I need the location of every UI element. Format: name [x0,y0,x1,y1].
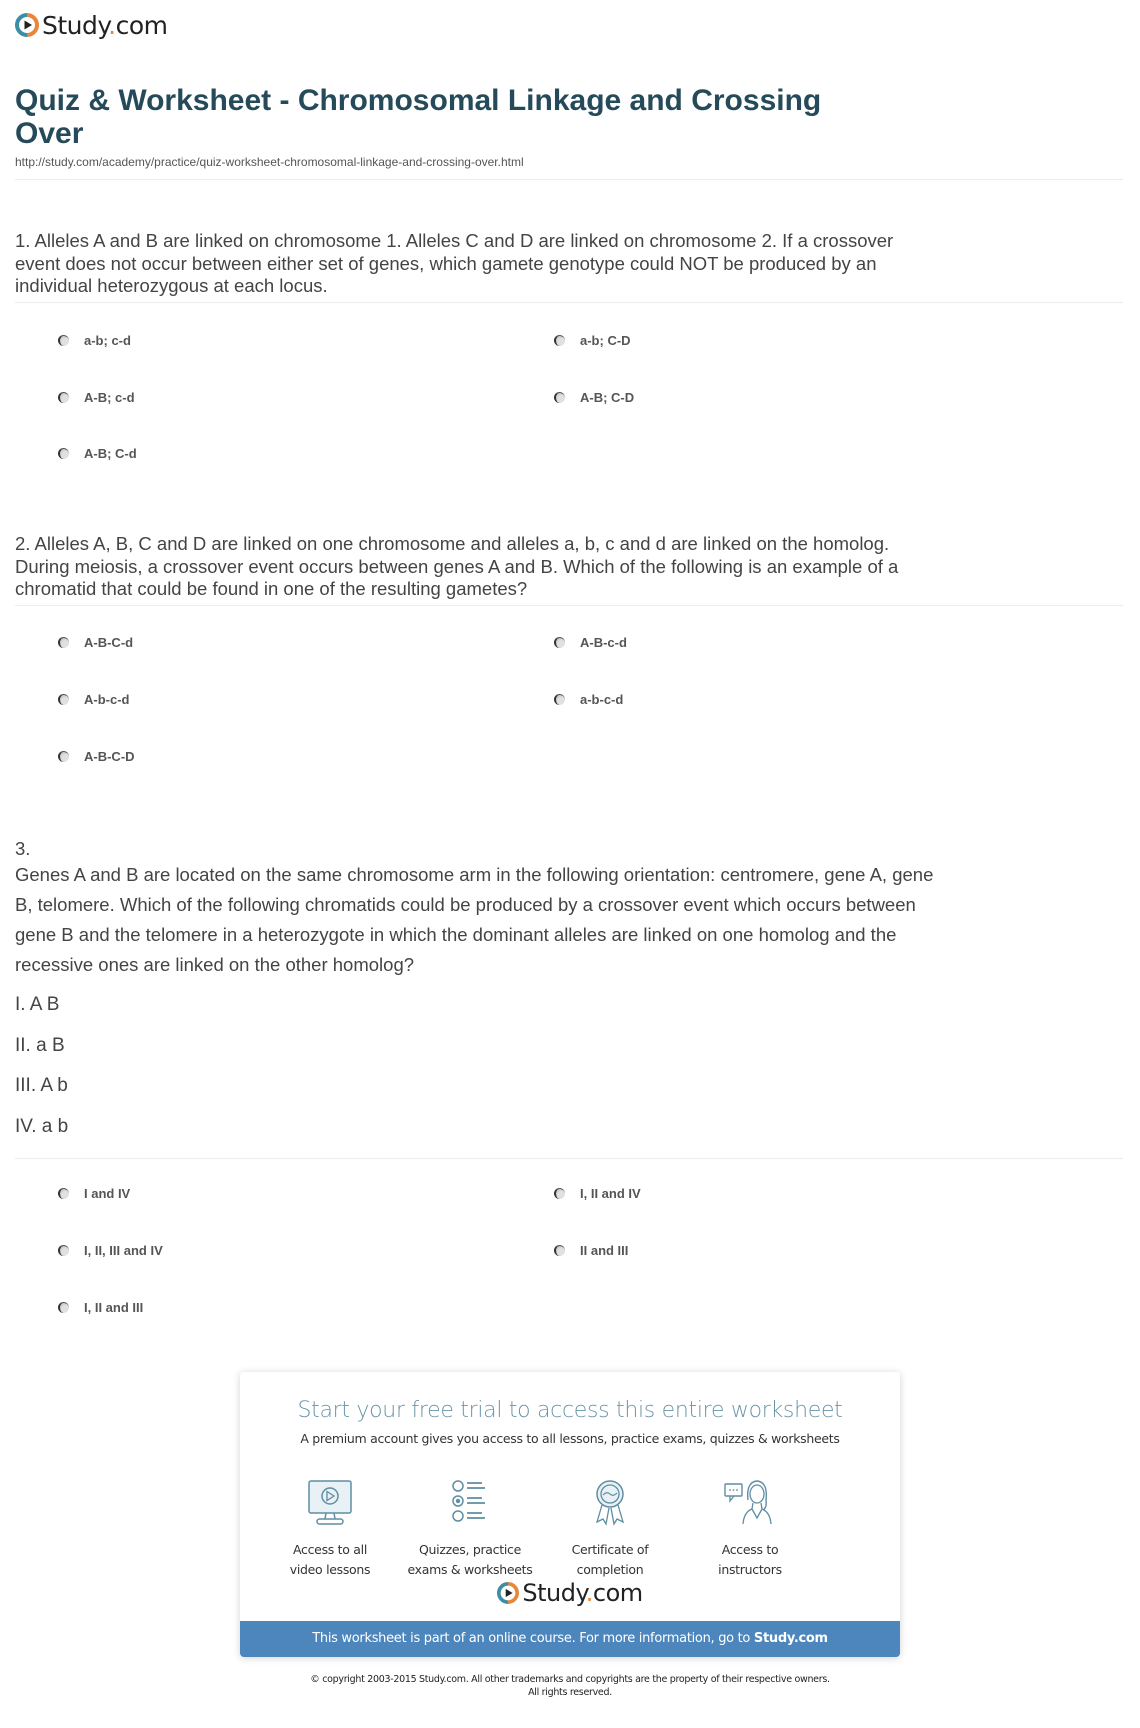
q3-option-3[interactable]: I, II, III and IV [58,1240,163,1260]
promo-studycom-logo[interactable]: Study.com [240,1579,900,1607]
divider [15,302,1123,303]
divider [15,1158,1123,1159]
feature-certificate: Certificate of completion [535,1478,685,1580]
statement-2: II. a B [15,1035,65,1056]
radio-button[interactable] [58,636,69,648]
radio-button[interactable] [58,750,69,762]
q3-option-4[interactable]: II and III [554,1240,628,1260]
page-title: Quiz & Worksheet - Chromosomal Linkage a… [15,84,822,150]
q1-option-5[interactable]: A-B; C-d [58,443,137,463]
checklist-icon [452,1480,485,1522]
radio-button[interactable] [58,693,69,705]
studycom-link[interactable]: Study.com [754,1631,828,1646]
radio-button[interactable] [58,391,69,403]
feature-quizzes: Quizzes, practice exams & worksheets [395,1478,545,1580]
radio-button[interactable] [554,693,565,705]
promo-title: Start your free trial to access this ent… [297,1398,843,1423]
q2-option-3[interactable]: A-b-c-d [58,689,130,709]
q3-option-2[interactable]: I, II and IV [554,1183,641,1203]
radio-button[interactable] [58,1187,69,1199]
logo-wordmark: Study.com [522,1579,643,1607]
q2-option-2[interactable]: A-B-c-d [554,632,627,652]
q2-option-4[interactable]: a-b-c-d [554,689,623,709]
radio-button[interactable] [554,334,565,346]
feature-video-lessons: Access to all video lessons [255,1478,405,1580]
feature-instructors: Access to instructors [675,1478,825,1580]
promo-subtitle: A premium account gives you access to al… [300,1431,840,1446]
radio-button[interactable] [58,334,69,346]
radio-button[interactable] [58,1301,69,1313]
radio-button[interactable] [554,1244,565,1256]
statement-1: I. A B [15,994,60,1015]
q1-option-2[interactable]: a-b; C-D [554,330,631,350]
radio-button[interactable] [58,447,69,459]
q3-option-1[interactable]: I and IV [58,1183,130,1203]
free-trial-promo[interactable]: Start your free trial to access this ent… [240,1372,900,1657]
q1-option-1[interactable]: a-b; c-d [58,330,131,350]
studycom-logo[interactable]: Study.com [15,10,168,40]
course-info-bar[interactable]: This worksheet is part of an online cour… [240,1621,900,1657]
copyright-notice: © copyright 2003-2015 Study.com. All oth… [310,1674,830,1698]
question-3-text: Genes A and B are located on the same ch… [15,864,934,975]
q1-option-4[interactable]: A-B; C-D [554,387,634,407]
q2-option-5[interactable]: A-B-C-D [58,746,135,766]
radio-button[interactable] [554,391,565,403]
q3-option-5[interactable]: I, II and III [58,1297,143,1317]
page-url[interactable]: http://study.com/academy/practice/quiz-w… [15,155,524,169]
statement-3: III. A b [15,1075,68,1096]
video-monitor-icon [308,1480,352,1525]
play-circle-logo-icon [15,13,39,37]
radio-button[interactable] [554,636,565,648]
radio-button[interactable] [58,1244,69,1256]
play-circle-logo-icon [497,1582,520,1604]
radio-button[interactable] [554,1187,565,1199]
question-2-text: 2. Alleles A, B, C and D are linked on o… [15,533,899,599]
divider [15,179,1123,180]
divider [15,605,1123,606]
q1-option-3[interactable]: A-B; c-d [58,387,135,407]
instructor-chat-icon [724,1480,772,1525]
statement-4: IV. a b [15,1116,69,1137]
certificate-ribbon-icon [595,1480,625,1526]
logo-wordmark: Study.com [42,10,168,40]
q2-option-1[interactable]: A-B-C-d [58,632,133,652]
question-1-text: 1. Alleles A and B are linked on chromos… [15,230,894,296]
